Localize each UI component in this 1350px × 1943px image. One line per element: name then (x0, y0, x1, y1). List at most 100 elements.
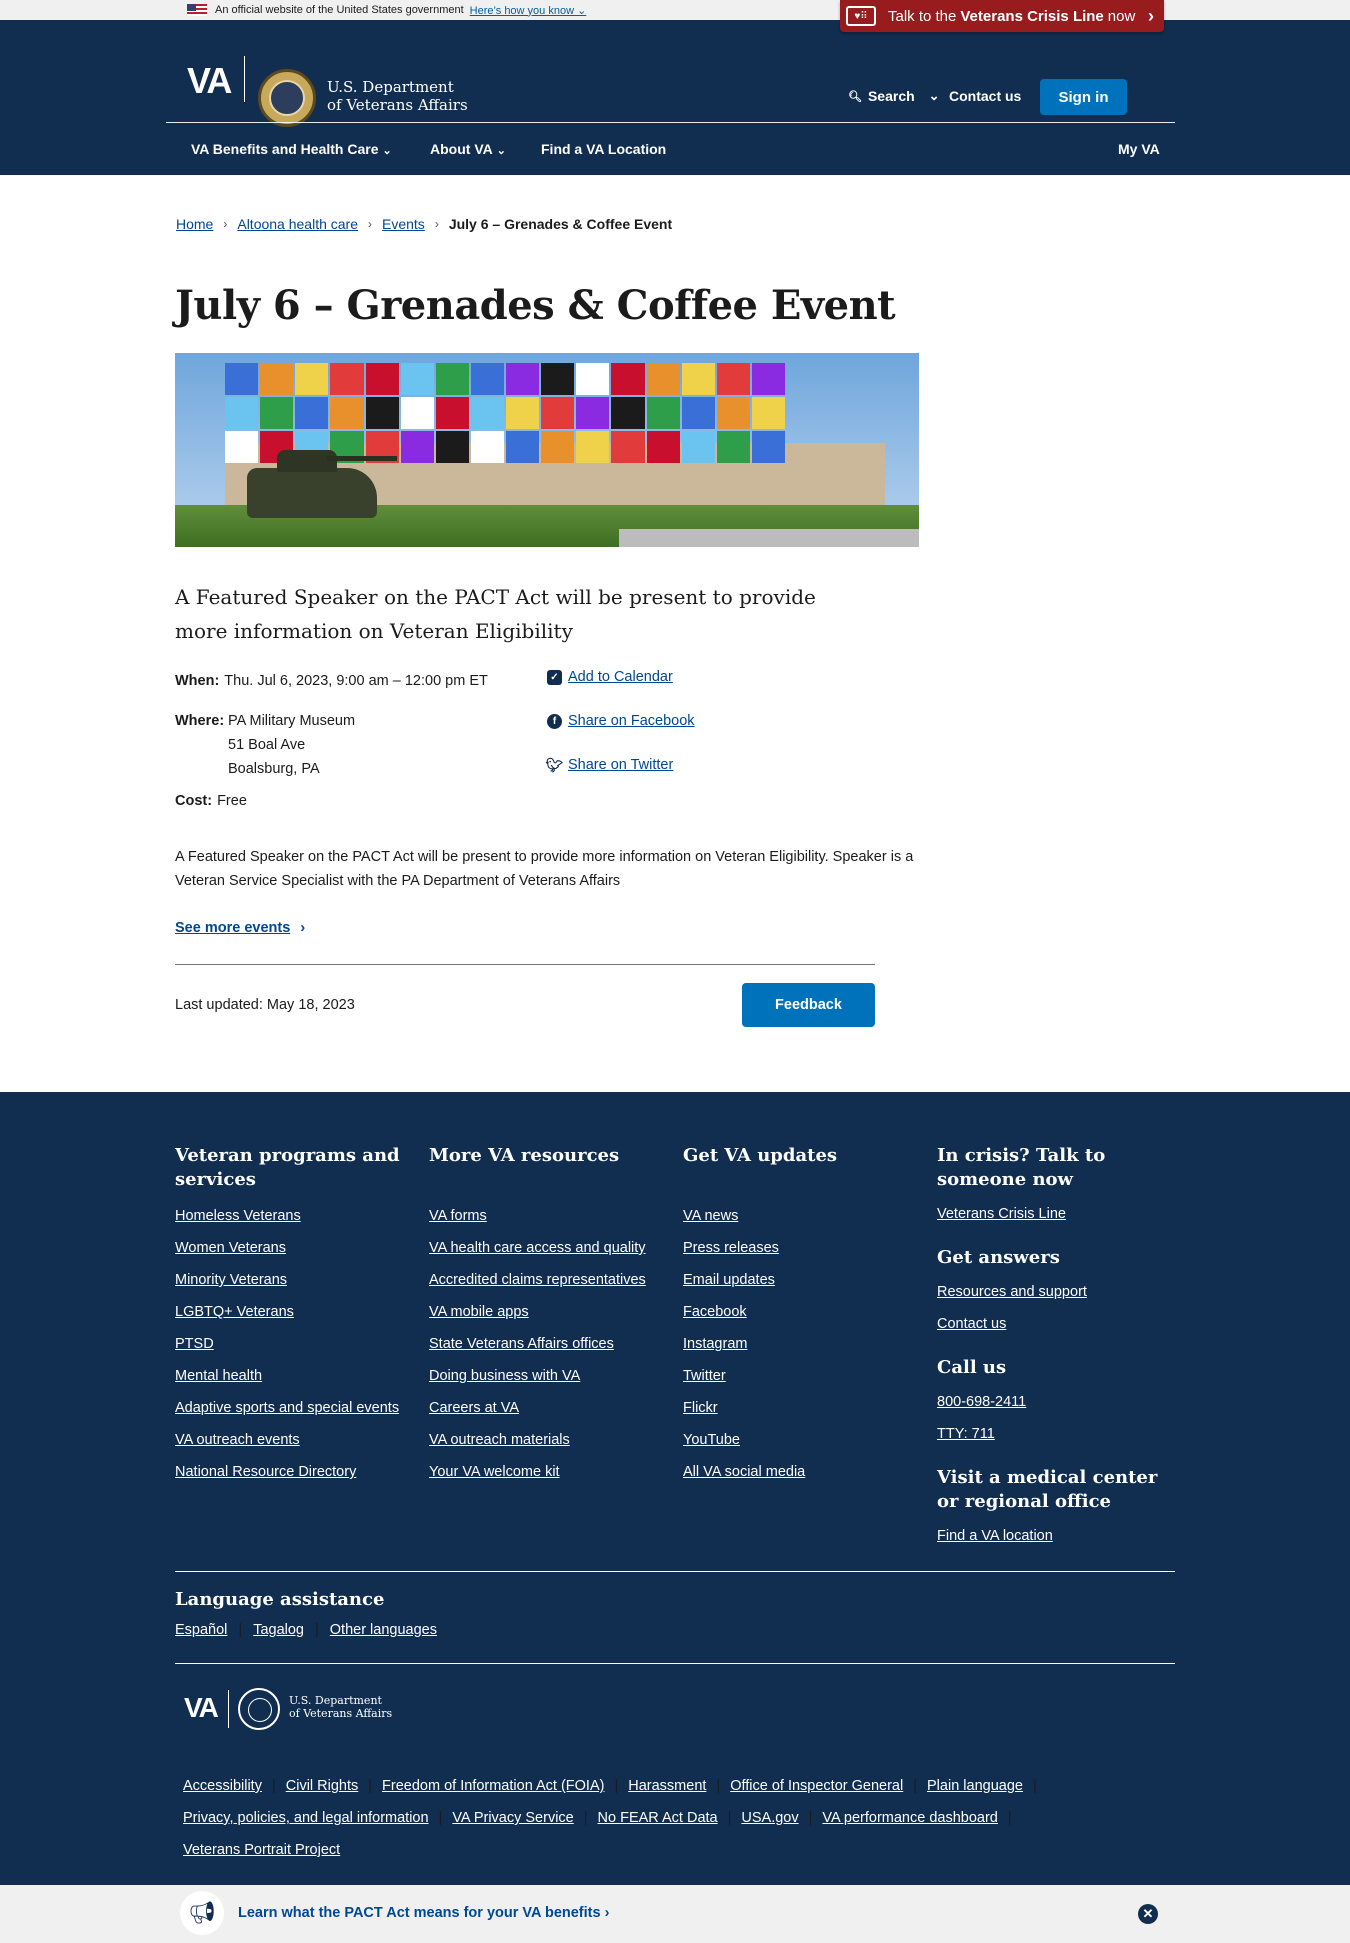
breadcrumb-separator: › (434, 217, 439, 231)
legal-separator: | (271, 1778, 276, 1794)
lang-tagalog[interactable]: Tagalog (253, 1622, 304, 1638)
chevron-down-icon: ⌄ (928, 88, 940, 103)
footer-link[interactable]: Adaptive sports and special events (175, 1400, 399, 1416)
footer-link-item: VA forms (429, 1208, 669, 1240)
footer-link[interactable]: Email updates (683, 1272, 775, 1288)
footer-link-item: PTSD (175, 1336, 415, 1368)
footer-link[interactable]: VA news (683, 1208, 738, 1224)
nav-about[interactable]: About VA ⌄ (430, 141, 506, 157)
legal-separator: | (1032, 1778, 1037, 1794)
footer-link-item: Mental health (175, 1368, 415, 1400)
footer-link[interactable]: Women Veterans (175, 1240, 286, 1256)
footer-link[interactable]: State Veterans Affairs offices (429, 1336, 614, 1352)
legal-link[interactable]: Freedom of Information Act (FOIA) (382, 1778, 604, 1794)
footer-link-item: VA outreach events (175, 1432, 415, 1464)
contact-us-link[interactable]: Contact us (949, 88, 1021, 104)
legal-separator: | (438, 1810, 443, 1826)
va-logo[interactable]: VA (187, 60, 232, 102)
footer-link[interactable]: Doing business with VA (429, 1368, 580, 1384)
legal-link[interactable]: Office of Inspector General (730, 1778, 903, 1794)
footer-link[interactable]: Facebook (683, 1304, 747, 1320)
footer-col-title: More VA resources (429, 1145, 620, 1166)
footer-link[interactable]: Twitter (683, 1368, 726, 1384)
va-seal-icon (258, 69, 316, 127)
tty-link[interactable]: TTY: 711 (937, 1418, 1177, 1450)
breadcrumb-altoona[interactable]: Altoona health care (237, 216, 358, 232)
twitter-icon: 🐦︎ (545, 756, 564, 773)
footer-crisis-link[interactable]: Veterans Crisis Line (937, 1198, 1177, 1230)
pact-act-link[interactable]: Learn what the PACT Act means for your V… (238, 1905, 609, 1921)
share-facebook-link[interactable]: Share on Facebook (568, 713, 695, 729)
nav-my-va[interactable]: My VA (1118, 141, 1160, 157)
legal-link[interactable]: Plain language (927, 1778, 1023, 1794)
footer-col-updates: Get VA updates VA news Press releases Emai… (683, 1144, 923, 1496)
footer-link[interactable]: YouTube (683, 1432, 740, 1448)
how-you-know-link[interactable]: Here’s how you know ⌄ (470, 4, 587, 17)
nav-benefits[interactable]: VA Benefits and Health Care ⌄ (191, 141, 392, 157)
resources-support-link[interactable]: Resources and support (937, 1276, 1177, 1308)
us-flag-icon (187, 4, 207, 16)
legal-link[interactable]: No FEAR Act Data (598, 1810, 718, 1826)
answers-title: Get answers (937, 1247, 1060, 1268)
see-more-events[interactable]: See more events › (175, 919, 305, 936)
lang-other[interactable]: Other languages (330, 1622, 437, 1638)
legal-link[interactable]: Accessibility (183, 1778, 262, 1794)
footer-link[interactable]: LGBTQ+ Veterans (175, 1304, 294, 1320)
footer-link-item: Twitter (683, 1368, 923, 1400)
footer-link[interactable]: VA outreach materials (429, 1432, 570, 1448)
footer-link-item: VA outreach materials (429, 1432, 669, 1464)
footer-link[interactable]: Press releases (683, 1240, 779, 1256)
when-value: Thu. Jul 6, 2023, 9:00 am – 12:00 pm ET (224, 673, 488, 689)
footer-link-item: YouTube (683, 1432, 923, 1464)
legal-link[interactable]: VA performance dashboard (822, 1810, 997, 1826)
page-title: July 6 – Grenades & Coffee Event (175, 282, 896, 329)
when-row: When: Thu. Jul 6, 2023, 9:00 am – 12:00 p… (175, 673, 488, 689)
footer-link[interactable]: Accredited claims representatives (429, 1272, 646, 1288)
phone-link[interactable]: 800-698-2411 (937, 1386, 1177, 1418)
legal-separator: | (614, 1778, 619, 1794)
footer-link[interactable]: Homeless Veterans (175, 1208, 301, 1224)
search-button[interactable]: 🔍︎ Search ⌄ (848, 88, 940, 104)
footer-link[interactable]: Instagram (683, 1336, 747, 1352)
share-twitter-link[interactable]: Share on Twitter (568, 757, 673, 773)
legal-link[interactable]: Privacy, policies, and legal information (183, 1810, 429, 1826)
footer-link[interactable]: National Resource Directory (175, 1464, 356, 1480)
footer-link[interactable]: PTSD (175, 1336, 214, 1352)
legal-link[interactable]: Civil Rights (286, 1778, 359, 1794)
feedback-button[interactable]: Feedback (742, 983, 875, 1027)
footer-link[interactable]: Your VA welcome kit (429, 1464, 560, 1480)
footer-col-programs: Veteran programs and services Homeless V… (175, 1144, 415, 1496)
breadcrumb-home[interactable]: Home (176, 216, 213, 232)
chevron-right-icon: › (300, 919, 306, 936)
footer-link[interactable]: Flickr (683, 1400, 718, 1416)
legal-separator: | (368, 1778, 373, 1794)
footer-link-item: Adaptive sports and special events (175, 1400, 415, 1432)
sign-in-button[interactable]: Sign in (1040, 79, 1127, 115)
footer-link[interactable]: VA mobile apps (429, 1304, 529, 1320)
find-location-link[interactable]: Find a VA location (937, 1520, 1177, 1552)
crisis-title: In crisis? Talk to someone now (937, 1145, 1106, 1190)
footer-link-item: Email updates (683, 1272, 923, 1304)
nav-find-location[interactable]: Find a VA Location (541, 141, 666, 157)
breadcrumb-events[interactable]: Events (382, 216, 425, 232)
footer-col-title: Get VA updates (683, 1145, 838, 1166)
legal-link[interactable]: Harassment (628, 1778, 706, 1794)
where-line: Boalsburg, PA (228, 761, 320, 777)
footer-link-item: Careers at VA (429, 1400, 669, 1432)
legal-link[interactable]: USA.gov (741, 1810, 798, 1826)
add-to-calendar-link[interactable]: Add to Calendar (568, 669, 673, 685)
footer-link-item: Doing business with VA (429, 1368, 669, 1400)
chevron-down-icon: ⌄ (496, 145, 506, 157)
footer-link[interactable]: VA health care access and quality (429, 1240, 646, 1256)
footer-link[interactable]: VA forms (429, 1208, 487, 1224)
legal-link[interactable]: VA Privacy Service (452, 1810, 573, 1826)
footer-link[interactable]: VA outreach events (175, 1432, 300, 1448)
footer-link[interactable]: All VA social media (683, 1464, 805, 1480)
footer-link[interactable]: Mental health (175, 1368, 262, 1384)
close-icon[interactable]: ✕ (1138, 1904, 1158, 1924)
lang-espanol[interactable]: Español (175, 1622, 227, 1638)
footer-link[interactable]: Careers at VA (429, 1400, 519, 1416)
legal-link[interactable]: Veterans Portrait Project (183, 1842, 340, 1858)
footer-contact-link[interactable]: Contact us (937, 1308, 1177, 1340)
footer-link[interactable]: Minority Veterans (175, 1272, 287, 1288)
